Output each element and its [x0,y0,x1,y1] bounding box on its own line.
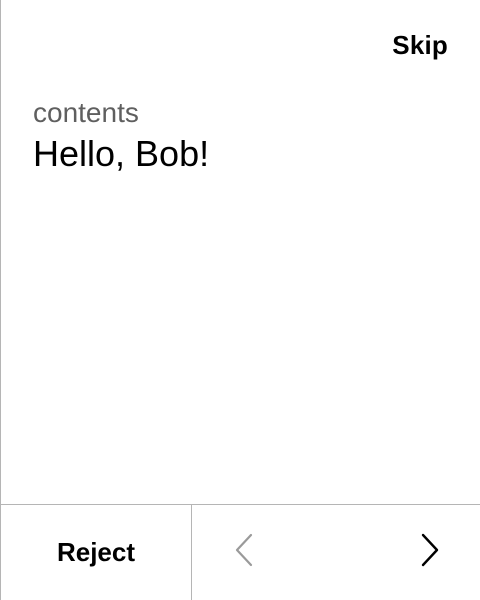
pager [192,505,480,600]
dialog-screen: Skip contents Hello, Bob! Reject [0,0,480,600]
reject-button[interactable]: Reject [1,505,192,600]
chevron-left-icon [233,533,255,572]
content-area: contents Hello, Bob! [33,96,448,176]
skip-button[interactable]: Skip [392,30,448,61]
content-label: contents [33,97,139,128]
message-text: Hello, Bob! [33,133,210,174]
previous-button[interactable] [224,533,264,573]
chevron-right-icon [419,533,441,572]
next-button[interactable] [410,533,450,573]
footer-bar: Reject [1,504,480,600]
